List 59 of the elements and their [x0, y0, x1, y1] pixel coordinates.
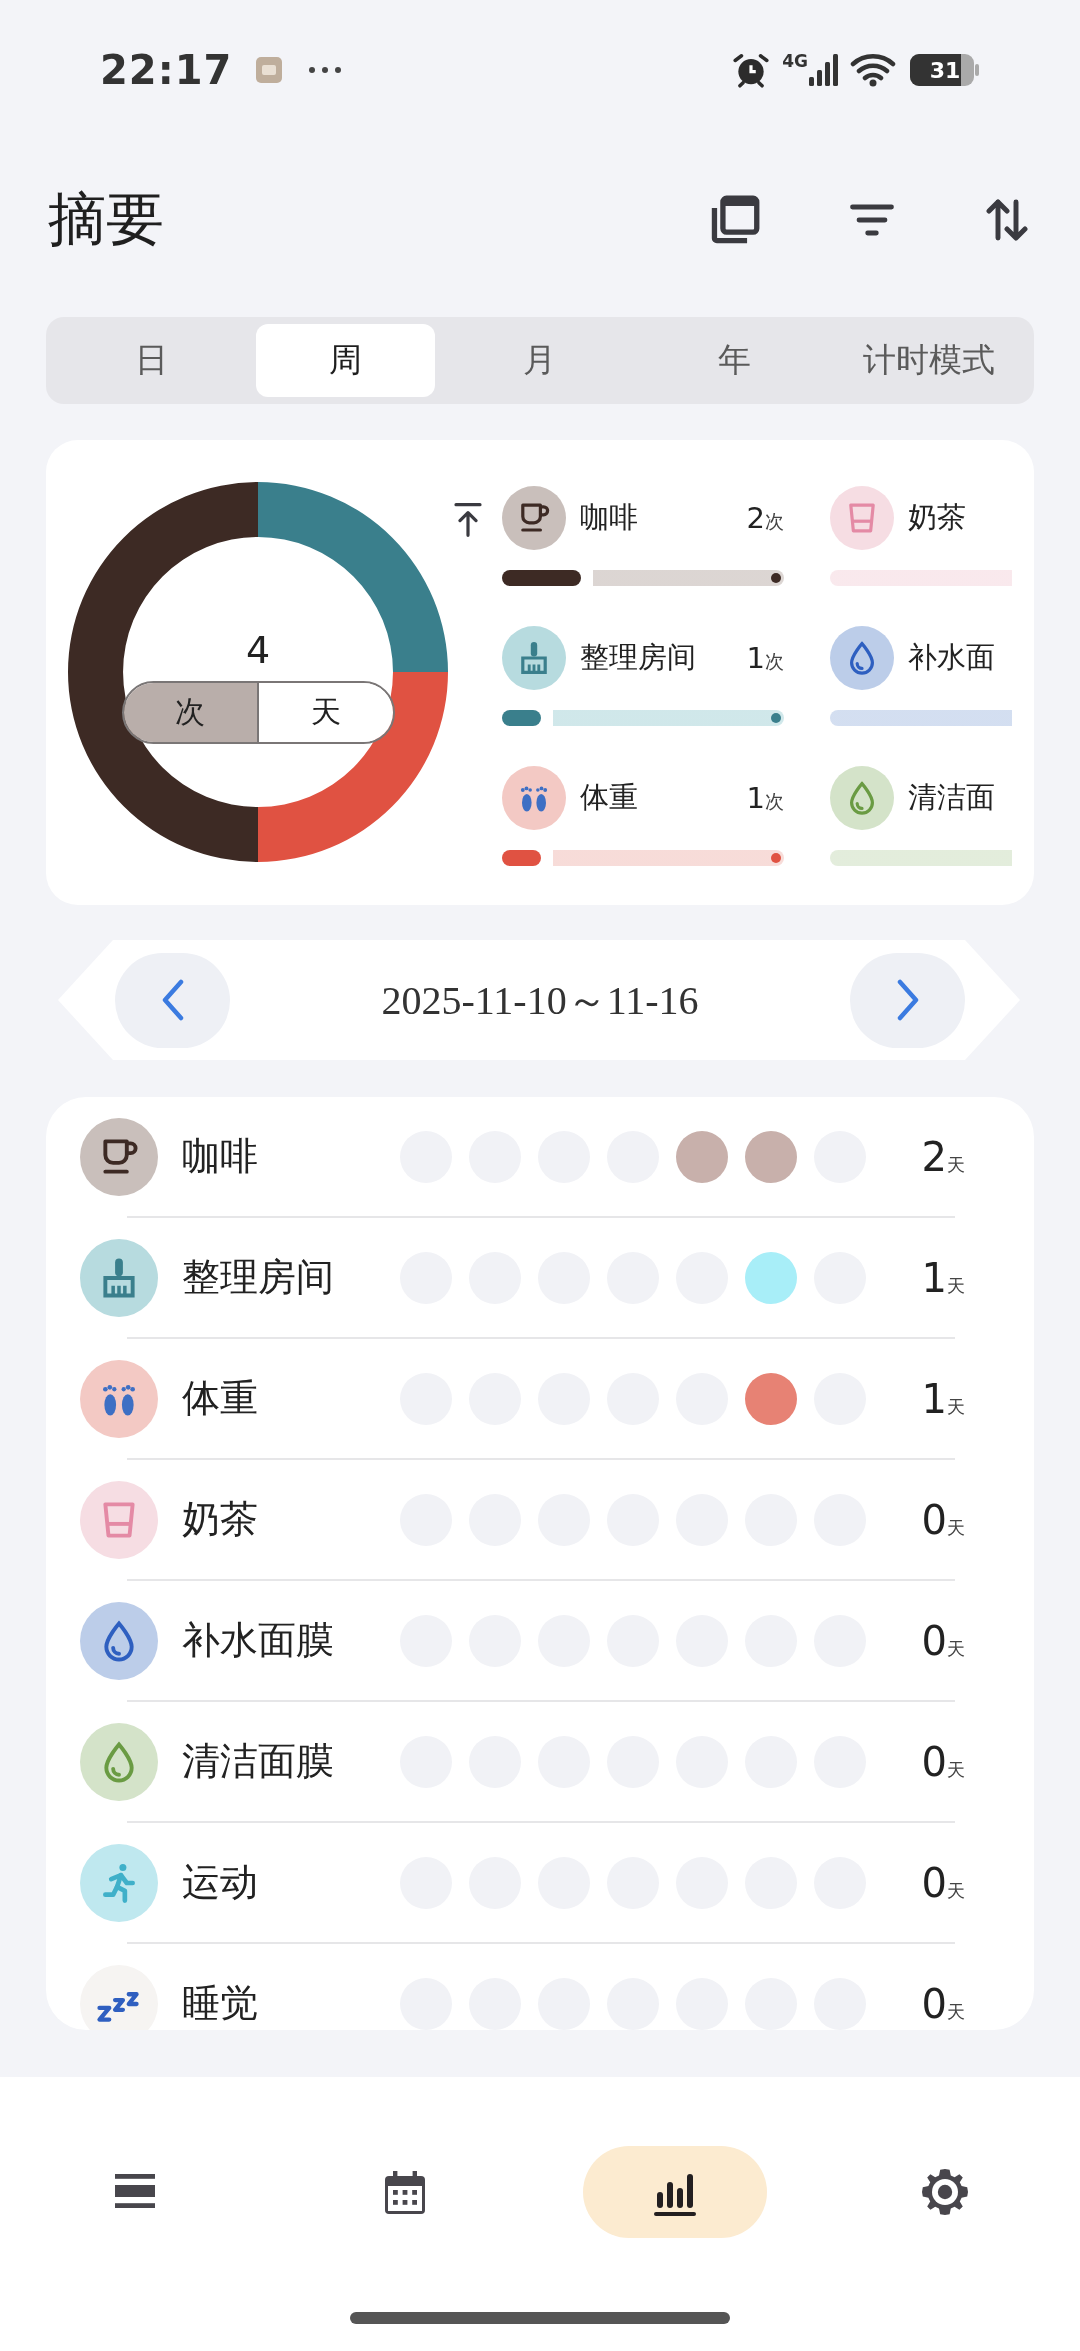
legend-label: 补水面 [908, 639, 995, 676]
day-count: 0天 [921, 1980, 965, 2027]
unit-option[interactable]: 次 [123, 683, 257, 742]
legend-count: 1次 [746, 781, 784, 815]
chevron-right-icon [895, 978, 920, 1022]
day-count: 0天 [921, 1496, 965, 1543]
habit-name: 补水面膜 [182, 1617, 335, 1664]
cup-icon [502, 486, 566, 550]
day-count: 1 天 [921, 1254, 965, 1301]
footprints-icon [502, 766, 566, 830]
legend-label: 咖啡 [580, 499, 638, 536]
drop-icon [80, 1601, 158, 1680]
more-icon [308, 66, 343, 74]
day-count: 1 天 [921, 1375, 965, 1422]
habit-name: 运动 [182, 1859, 259, 1906]
app-icon [256, 57, 283, 83]
alarm-icon [732, 51, 771, 89]
period-tab[interactable]: 计时模式 [839, 324, 1018, 397]
glass-icon [80, 1480, 158, 1559]
glass-icon [830, 486, 894, 550]
period-tab[interactable]: 年 [645, 324, 824, 397]
day-count: 0天 [921, 1617, 965, 1664]
day-count: 0天 [921, 1738, 965, 1785]
pin-top-icon[interactable] [452, 502, 484, 538]
legend-count: 1次 [746, 641, 784, 675]
brush-icon [80, 1238, 158, 1317]
period-tab[interactable]: 日 [62, 324, 241, 397]
drop-icon [80, 1722, 158, 1801]
clock-time: 22:17 [100, 47, 233, 93]
day-count: 2 天 [921, 1133, 965, 1180]
habit-name: 奶茶 [182, 1496, 259, 1543]
drop-icon [830, 626, 894, 690]
unit-option[interactable]: 天 [257, 683, 393, 742]
legend-label: 奶茶 [908, 499, 966, 536]
habit-name: 体重 [182, 1375, 259, 1422]
habit-name: 整理房间 [182, 1254, 335, 1301]
period-tab[interactable]: 周 [256, 324, 435, 397]
habit-name: 清洁面膜 [182, 1738, 335, 1785]
network-type: 4G [782, 53, 808, 70]
chevron-left-icon [160, 978, 185, 1022]
page-title: 摘要 [48, 184, 164, 255]
legend-label: 整理房间 [580, 639, 696, 676]
habit-name: 睡觉 [182, 1980, 259, 2027]
signal-icon [808, 53, 838, 87]
legend-count: 2 次 [746, 501, 784, 535]
total-count: 4 [245, 627, 271, 673]
drop-icon [830, 766, 894, 830]
legend-label: 体重 [580, 779, 638, 816]
habit-name: 咖啡 [182, 1133, 259, 1180]
legend-label: 清洁面 [908, 779, 995, 816]
brush-icon [502, 626, 566, 690]
footprints-icon [80, 1359, 158, 1438]
sleep-icon [80, 1964, 158, 2030]
runner-icon [80, 1843, 158, 1922]
wifi-icon [850, 52, 898, 88]
date-range: 2025-11-10～11-16 [380, 976, 700, 1025]
cup-icon [80, 1117, 158, 1196]
period-tab[interactable]: 月 [450, 324, 630, 397]
day-count: 0天 [921, 1859, 965, 1906]
